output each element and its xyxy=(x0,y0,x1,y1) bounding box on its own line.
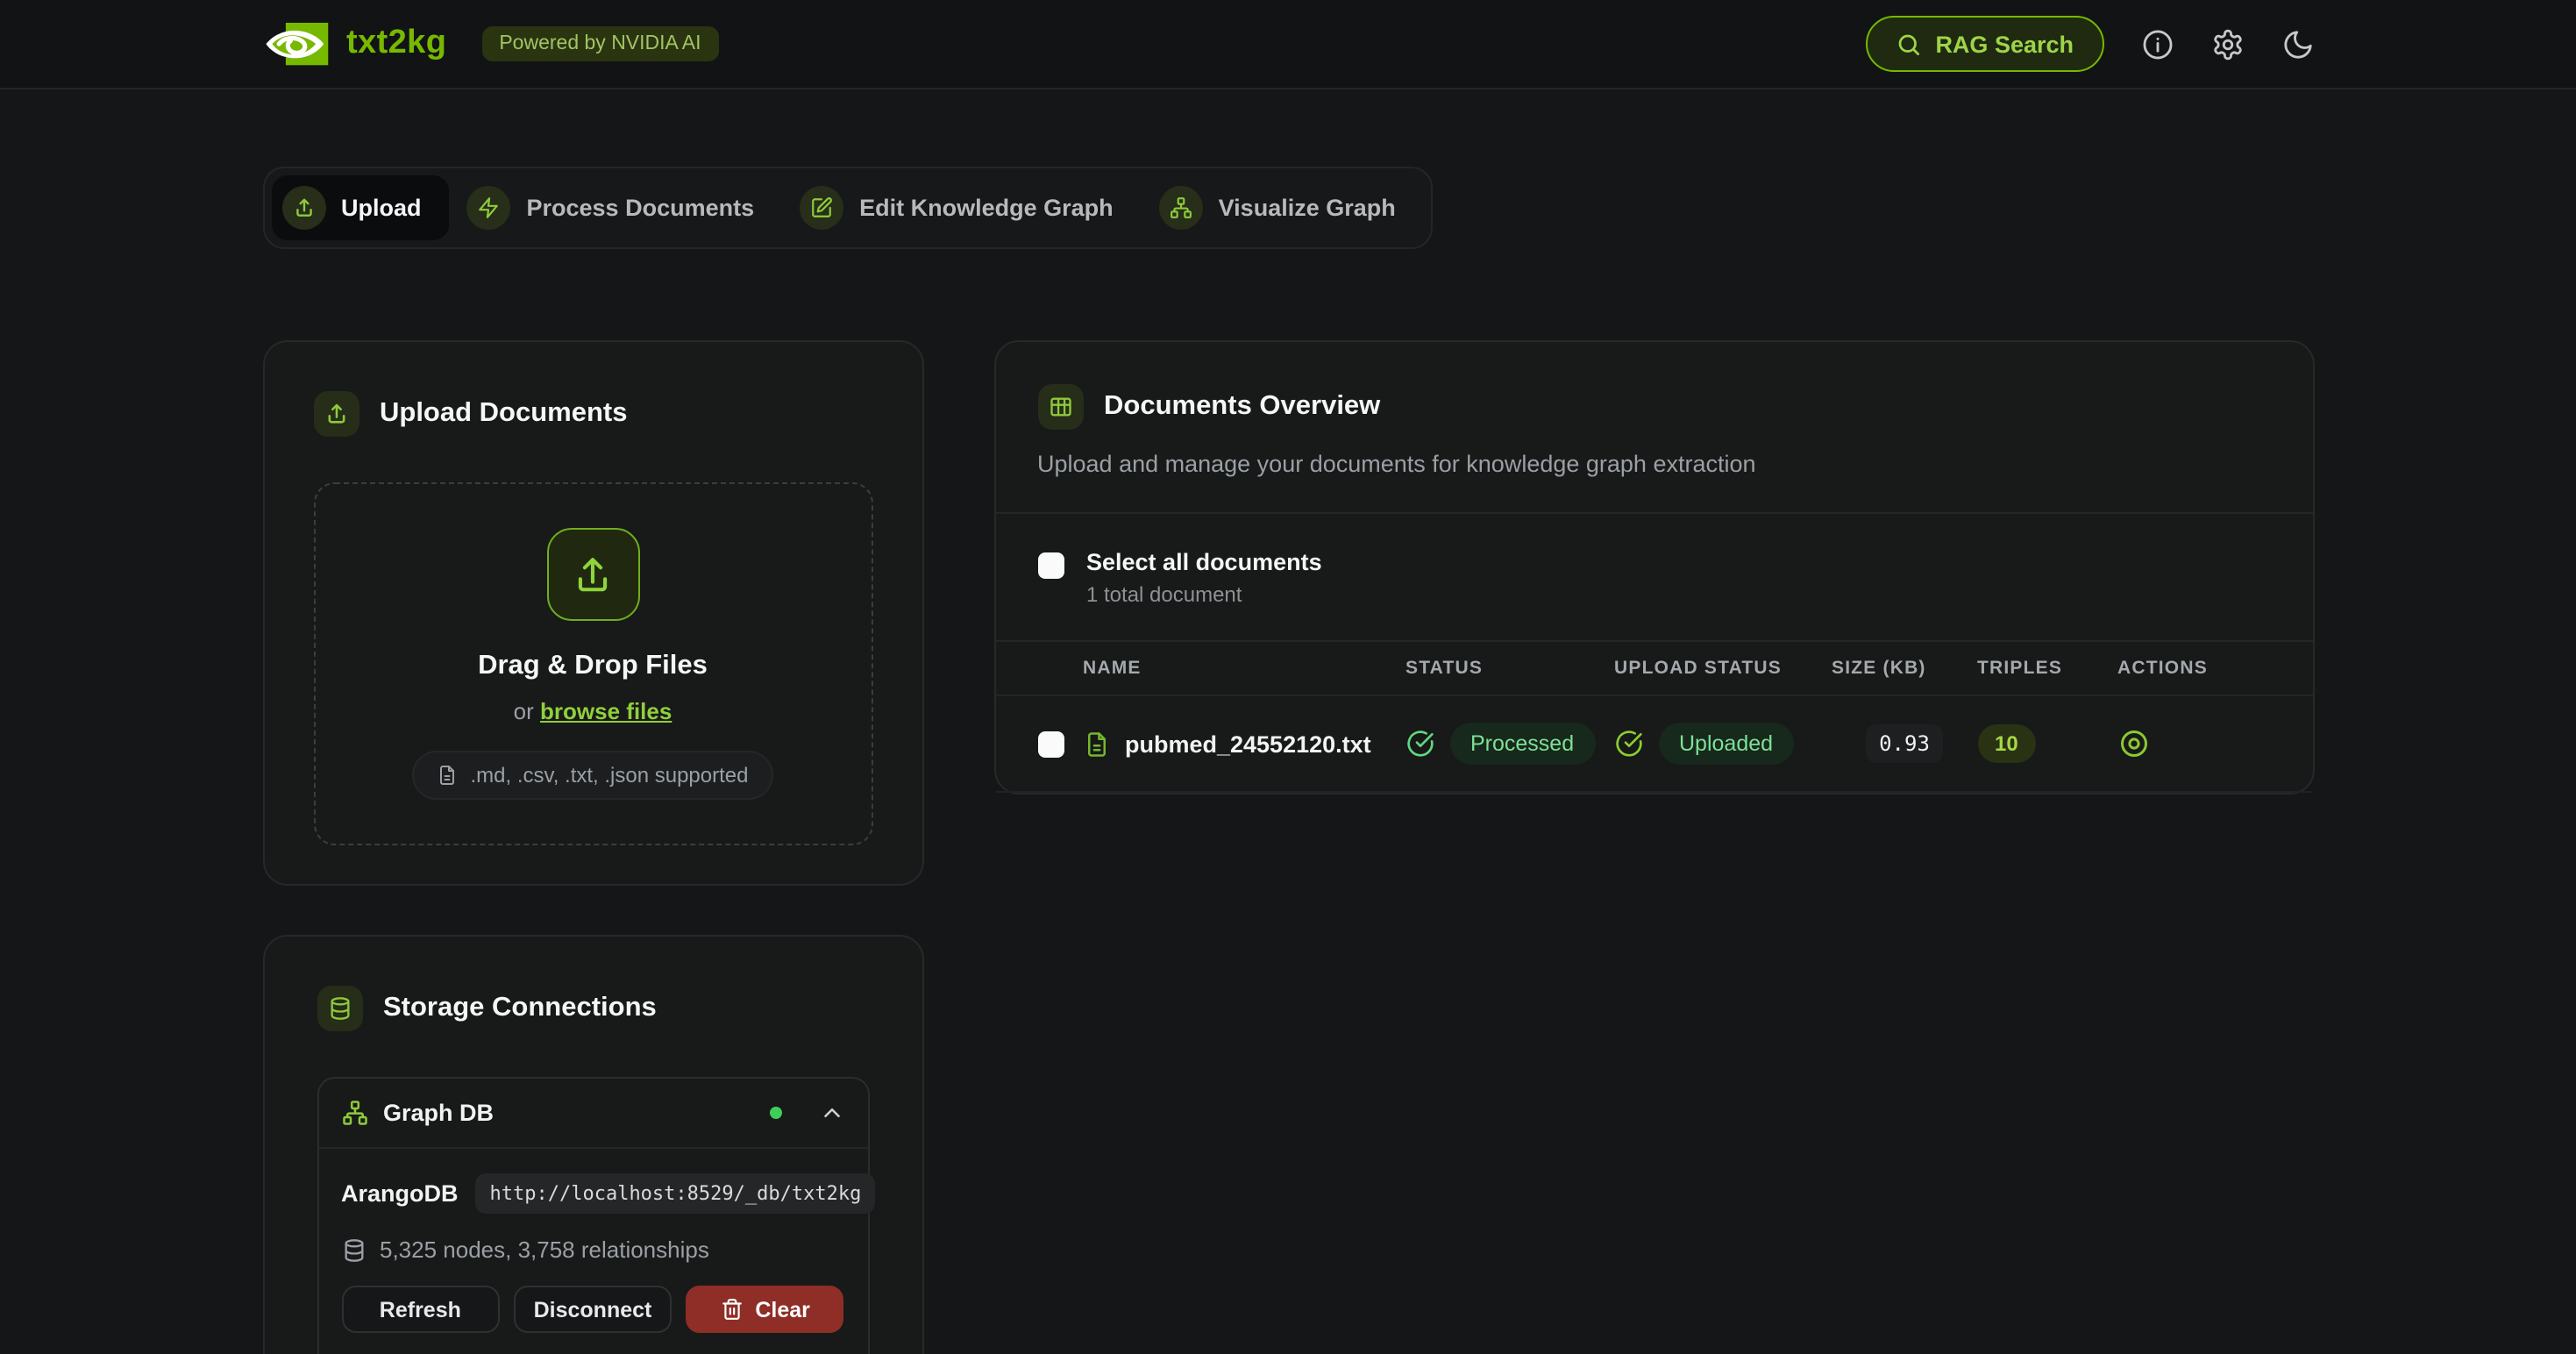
supported-formats-badge: .md, .csv, .txt, .json supported xyxy=(412,751,772,800)
clear-button[interactable]: Clear xyxy=(686,1286,844,1333)
upload-icon xyxy=(313,391,359,437)
column-header-upload-status: UPLOAD STATUS xyxy=(1614,658,1832,679)
graph-db-row[interactable]: Graph DB xyxy=(318,1079,867,1147)
table-icon xyxy=(1037,384,1083,430)
document-name: pubmed_24552120.txt xyxy=(1125,730,1371,757)
upload-card-title: Upload Documents xyxy=(380,398,627,430)
app-title: txt2kg xyxy=(346,25,446,63)
info-icon[interactable] xyxy=(2140,27,2174,61)
upload-icon xyxy=(546,528,639,621)
rag-search-button[interactable]: RAG Search xyxy=(1865,16,2103,72)
tab-upload[interactable]: Upload xyxy=(271,175,450,240)
disconnect-button[interactable]: Disconnect xyxy=(514,1286,672,1333)
db-connection-url: http://localhost:8529/_db/txt2kg xyxy=(476,1173,876,1214)
column-header-triples: TRIPLES xyxy=(1977,658,2117,679)
page: txt2kg Powered by NVIDIA AI RAG Search xyxy=(0,0,2576,1354)
documents-card-subtitle: Upload and manage your documents for kno… xyxy=(1037,451,2270,477)
documents-table-header: NAME STATUS UPLOAD STATUS SIZE (KB) TRIP… xyxy=(995,640,2312,696)
trash-icon xyxy=(720,1298,743,1321)
browse-files-link[interactable]: browse files xyxy=(540,698,672,724)
search-icon xyxy=(1895,31,1921,57)
upload-icon xyxy=(281,186,325,230)
chevron-up-icon[interactable] xyxy=(818,1100,844,1126)
brand-logo-group: txt2kg Powered by NVIDIA AI xyxy=(262,20,718,68)
status-badge: Processed xyxy=(1449,723,1595,765)
select-all-label: Select all documents xyxy=(1086,549,1322,577)
tab-edit-knowledge-graph[interactable]: Edit Knowledge Graph xyxy=(789,175,1142,240)
database-icon xyxy=(341,1237,366,1262)
check-circle-icon xyxy=(1405,730,1434,758)
column-header-status: STATUS xyxy=(1405,658,1614,679)
triples-count-badge: 10 xyxy=(1977,724,2036,763)
documents-overview-card: Documents Overview Upload and manage you… xyxy=(993,340,2314,795)
file-icon xyxy=(437,765,458,786)
powered-by-badge: Powered by NVIDIA AI xyxy=(481,26,718,61)
nvidia-logo-icon xyxy=(262,20,329,68)
main-tabbar: Upload Process Documents Edit Knowledge … xyxy=(262,167,1433,249)
select-all-checkbox[interactable] xyxy=(1037,552,1064,579)
tab-visualize-graph[interactable]: Visualize Graph xyxy=(1149,175,1424,240)
documents-card-title: Documents Overview xyxy=(1104,391,1380,423)
refresh-button[interactable]: Refresh xyxy=(341,1286,500,1333)
app-header: txt2kg Powered by NVIDIA AI RAG Search xyxy=(0,0,2576,89)
edit-pencil-icon xyxy=(800,186,843,230)
dropzone-title: Drag & Drop Files xyxy=(478,651,708,682)
column-header-name: NAME xyxy=(1083,658,1405,679)
db-stats: 5,325 nodes, 3,758 relationships xyxy=(341,1236,844,1263)
db-connections-panel: Graph DB ArangoDB http://localhost:8529/… xyxy=(317,1077,869,1354)
file-dropzone[interactable]: Drag & Drop Files or browse files .md, .… xyxy=(313,482,872,845)
network-icon xyxy=(1159,186,1203,230)
view-eye-icon[interactable] xyxy=(2117,728,2270,759)
zap-icon xyxy=(467,186,511,230)
tab-process-documents[interactable]: Process Documents xyxy=(457,175,783,240)
file-text-icon xyxy=(1083,730,1109,757)
table-row: pubmed_24552120.txt Processed xyxy=(995,696,2312,793)
upload-documents-card: Upload Documents Drag & Drop Files or br… xyxy=(262,340,923,886)
graph-network-icon xyxy=(341,1100,367,1126)
row-checkbox[interactable] xyxy=(1037,730,1064,757)
total-documents-label: 1 total document xyxy=(1086,582,1322,607)
graph-db-label: Graph DB xyxy=(383,1100,494,1126)
column-header-size: SIZE (KB) xyxy=(1832,658,1977,679)
graph-db-status-dot xyxy=(769,1107,781,1119)
db-provider-name: ArangoDB xyxy=(341,1180,459,1207)
check-circle-icon xyxy=(1614,730,1642,758)
upload-status-badge: Uploaded xyxy=(1658,723,1794,765)
size-value: 0.93 xyxy=(1865,724,1944,763)
database-icon xyxy=(317,986,362,1031)
dropzone-subtitle: or browse files xyxy=(514,698,672,724)
dark-mode-moon-icon[interactable] xyxy=(2281,27,2314,61)
column-header-actions: ACTIONS xyxy=(2117,658,2270,679)
storage-card-title: Storage Connections xyxy=(383,993,657,1024)
storage-connections-card: Storage Connections Graph DB xyxy=(262,935,923,1354)
settings-gear-icon[interactable] xyxy=(2210,27,2244,61)
graph-db-details: ArangoDB http://localhost:8529/_db/txt2k… xyxy=(318,1147,867,1354)
